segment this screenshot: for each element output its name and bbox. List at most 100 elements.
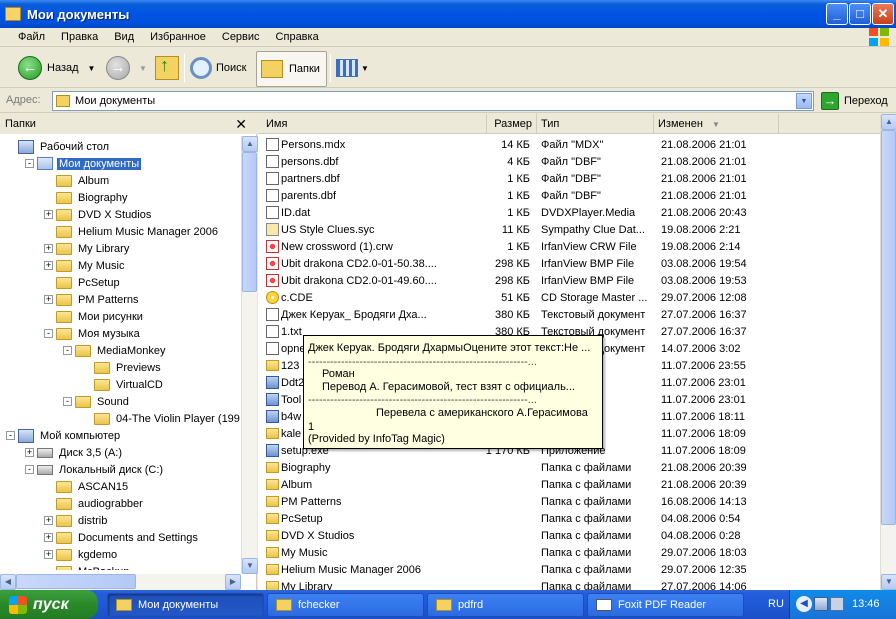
forward-button[interactable]: → ▼ bbox=[106, 52, 147, 84]
folder-tree-item[interactable]: - Мой компьютер bbox=[6, 427, 122, 444]
minimize-button[interactable]: _ bbox=[826, 3, 848, 25]
expand-icon[interactable]: + bbox=[44, 210, 53, 219]
chevron-down-icon[interactable]: ▼ bbox=[88, 64, 96, 73]
folder-tree-item[interactable]: Album bbox=[56, 172, 111, 189]
volume-icon[interactable] bbox=[830, 597, 844, 611]
folder-tree-item[interactable]: Previews bbox=[94, 359, 163, 376]
file-list-vscrollbar[interactable]: ▲ ▼ bbox=[880, 114, 896, 590]
file-row[interactable]: US Style Clues.syc 11 КБ Sympathy Clue Dat… bbox=[258, 221, 880, 238]
close-button[interactable]: ✕ bbox=[872, 3, 894, 25]
folders-button[interactable]: Папки bbox=[256, 51, 327, 87]
file-row[interactable]: New crossword (1).crw 1 КБ IrfanView CRW F… bbox=[258, 238, 880, 255]
chevron-down-icon[interactable]: ▼ bbox=[139, 64, 147, 73]
file-row[interactable]: DVD X Studios Папка с файлами 04.08.2006 0… bbox=[258, 527, 880, 544]
folder-tree-item[interactable]: + My Library bbox=[44, 240, 131, 257]
scroll-thumb[interactable] bbox=[881, 130, 896, 525]
expand-icon[interactable]: + bbox=[44, 516, 53, 525]
expand-icon[interactable]: + bbox=[44, 244, 53, 253]
collapse-icon[interactable]: - bbox=[25, 465, 34, 474]
folder-tree-item[interactable]: - MediaMonkey bbox=[63, 342, 167, 359]
scroll-thumb[interactable] bbox=[242, 152, 257, 292]
maximize-button[interactable]: □ bbox=[849, 3, 871, 25]
folder-tree-item[interactable]: VirtualCD bbox=[94, 376, 165, 393]
file-row[interactable]: My Library Папка с файлами 27.07.2006 14:0… bbox=[258, 578, 880, 590]
file-row[interactable]: ID.dat 1 КБ DVDXPlayer.Media 21.08.2006 20:… bbox=[258, 204, 880, 221]
address-dropdown-button[interactable]: ▼ bbox=[796, 93, 812, 109]
file-row[interactable]: My Music Папка с файлами 29.07.2006 18:03 bbox=[258, 544, 880, 561]
menu-help[interactable]: Справка bbox=[268, 31, 327, 43]
file-row[interactable]: PM Patterns Папка с файлами 16.08.2006 14:… bbox=[258, 493, 880, 510]
up-folder-button[interactable] bbox=[155, 52, 179, 84]
views-button[interactable]: ▼ bbox=[336, 52, 369, 84]
taskbar-item-fchecker[interactable]: fchecker bbox=[267, 593, 424, 617]
folder-tree-item[interactable]: ASCAN15 bbox=[56, 478, 130, 495]
address-value[interactable]: Мои документы bbox=[75, 95, 155, 107]
title-bar[interactable]: Мои документы _ □ ✕ bbox=[0, 0, 896, 28]
folder-tree-item[interactable]: + distrib bbox=[44, 512, 109, 529]
folder-tree-item[interactable]: Рабочий стол bbox=[18, 138, 111, 155]
language-indicator[interactable]: RU bbox=[768, 598, 784, 610]
collapse-icon[interactable]: - bbox=[63, 346, 72, 355]
folder-tree-item[interactable]: + kgdemo bbox=[44, 546, 119, 563]
menu-view[interactable]: Вид bbox=[106, 31, 142, 43]
file-row[interactable]: Persons.mdx 14 КБ Файл "MDX" 21.08.2006 21:… bbox=[258, 136, 880, 153]
file-row[interactable]: Album Папка с файлами 21.08.2006 20:39 bbox=[258, 476, 880, 493]
column-modified[interactable]: Изменен ▼ bbox=[654, 114, 779, 134]
folder-tree-item[interactable]: - Sound bbox=[63, 393, 131, 410]
collapse-icon[interactable]: - bbox=[44, 329, 53, 338]
taskbar-item-foxit-pdf-reader[interactable]: Foxit PDF Reader bbox=[587, 593, 744, 617]
file-row[interactable]: Джек Керуак_ Бродяги Дха... 380 КБ Текстов… bbox=[258, 306, 880, 323]
taskbar-item-pdfrd[interactable]: pdfrd bbox=[427, 593, 584, 617]
menu-file[interactable]: Файл bbox=[10, 31, 53, 43]
scroll-up-button[interactable]: ▲ bbox=[881, 114, 896, 130]
file-row[interactable]: c.CDE 51 КБ CD Storage Master ... 29.07.200… bbox=[258, 289, 880, 306]
expand-icon[interactable]: + bbox=[44, 533, 53, 542]
folder-tree-item[interactable]: McBackup bbox=[56, 563, 131, 570]
scroll-down-button[interactable]: ▼ bbox=[242, 558, 258, 574]
folder-tree-item[interactable]: + Диск 3,5 (A:) bbox=[25, 444, 124, 461]
column-type[interactable]: Тип bbox=[537, 114, 654, 134]
search-button[interactable]: Поиск bbox=[190, 52, 246, 84]
close-icon[interactable]: ✕ bbox=[235, 116, 247, 133]
scroll-thumb[interactable] bbox=[16, 574, 136, 589]
folder-tree[interactable]: Рабочий стол - Мои документы Album Biography… bbox=[0, 138, 240, 570]
folder-tree-item[interactable]: - Локальный диск (C:) bbox=[25, 461, 165, 478]
go-button[interactable]: → Переход bbox=[821, 92, 888, 110]
folder-tree-item[interactable]: - Мои документы bbox=[25, 155, 142, 172]
file-row[interactable]: Helium Music Manager 2006 Папка с файлами… bbox=[258, 561, 880, 578]
address-input[interactable]: Мои документы ▼ bbox=[52, 91, 814, 111]
folder-tree-item[interactable]: + Documents and Settings bbox=[44, 529, 200, 546]
menu-favorites[interactable]: Избранное bbox=[142, 31, 214, 43]
chevron-left-icon[interactable]: ◀ bbox=[796, 596, 812, 612]
expand-icon[interactable]: + bbox=[44, 550, 53, 559]
collapse-icon[interactable]: - bbox=[6, 431, 15, 440]
file-row[interactable]: partners.dbf 1 КБ Файл "DBF" 21.08.2006 21:… bbox=[258, 170, 880, 187]
folder-tree-item[interactable]: + PM Patterns bbox=[44, 291, 141, 308]
file-row[interactable]: Ubit drakona CD2.0-01-50.38.... 298 КБ Irf… bbox=[258, 255, 880, 272]
expand-icon[interactable]: + bbox=[44, 261, 53, 270]
expand-icon[interactable]: + bbox=[25, 448, 34, 457]
folder-tree-hscrollbar[interactable]: ◀ ▶ bbox=[0, 574, 241, 590]
menu-tools[interactable]: Сервис bbox=[214, 31, 268, 43]
folder-tree-item[interactable]: Helium Music Manager 2006 bbox=[56, 223, 220, 240]
file-row[interactable]: persons.dbf 4 КБ Файл "DBF" 21.08.2006 21:0… bbox=[258, 153, 880, 170]
menu-edit[interactable]: Правка bbox=[53, 31, 106, 43]
file-row[interactable]: Ubit drakona CD2.0-01-49.60.... 298 КБ Irf… bbox=[258, 272, 880, 289]
folder-tree-item[interactable]: Biography bbox=[56, 189, 130, 206]
column-size[interactable]: Размер bbox=[487, 114, 537, 134]
start-button[interactable]: пуск bbox=[0, 590, 98, 619]
folder-tree-item[interactable]: - Моя музыка bbox=[44, 325, 142, 342]
column-name[interactable]: Имя bbox=[262, 114, 487, 134]
folder-tree-vscrollbar[interactable]: ▲ ▼ bbox=[241, 136, 258, 574]
scroll-up-button[interactable]: ▲ bbox=[242, 136, 258, 152]
scroll-left-button[interactable]: ◀ bbox=[0, 574, 16, 590]
taskbar-item-my-documents[interactable]: Мои документы bbox=[107, 593, 264, 617]
scroll-down-button[interactable]: ▼ bbox=[881, 574, 896, 590]
collapse-icon[interactable]: - bbox=[25, 159, 34, 168]
back-button[interactable]: ← Назад ▼ bbox=[18, 52, 95, 84]
folder-tree-item[interactable]: PcSetup bbox=[56, 274, 122, 291]
folder-tree-item[interactable]: Мои рисунки bbox=[56, 308, 145, 325]
file-row[interactable]: Biography Папка с файлами 21.08.2006 20:39 bbox=[258, 459, 880, 476]
file-row[interactable]: PcSetup Папка с файлами 04.08.2006 0:54 bbox=[258, 510, 880, 527]
chevron-down-icon[interactable]: ▼ bbox=[361, 64, 369, 73]
